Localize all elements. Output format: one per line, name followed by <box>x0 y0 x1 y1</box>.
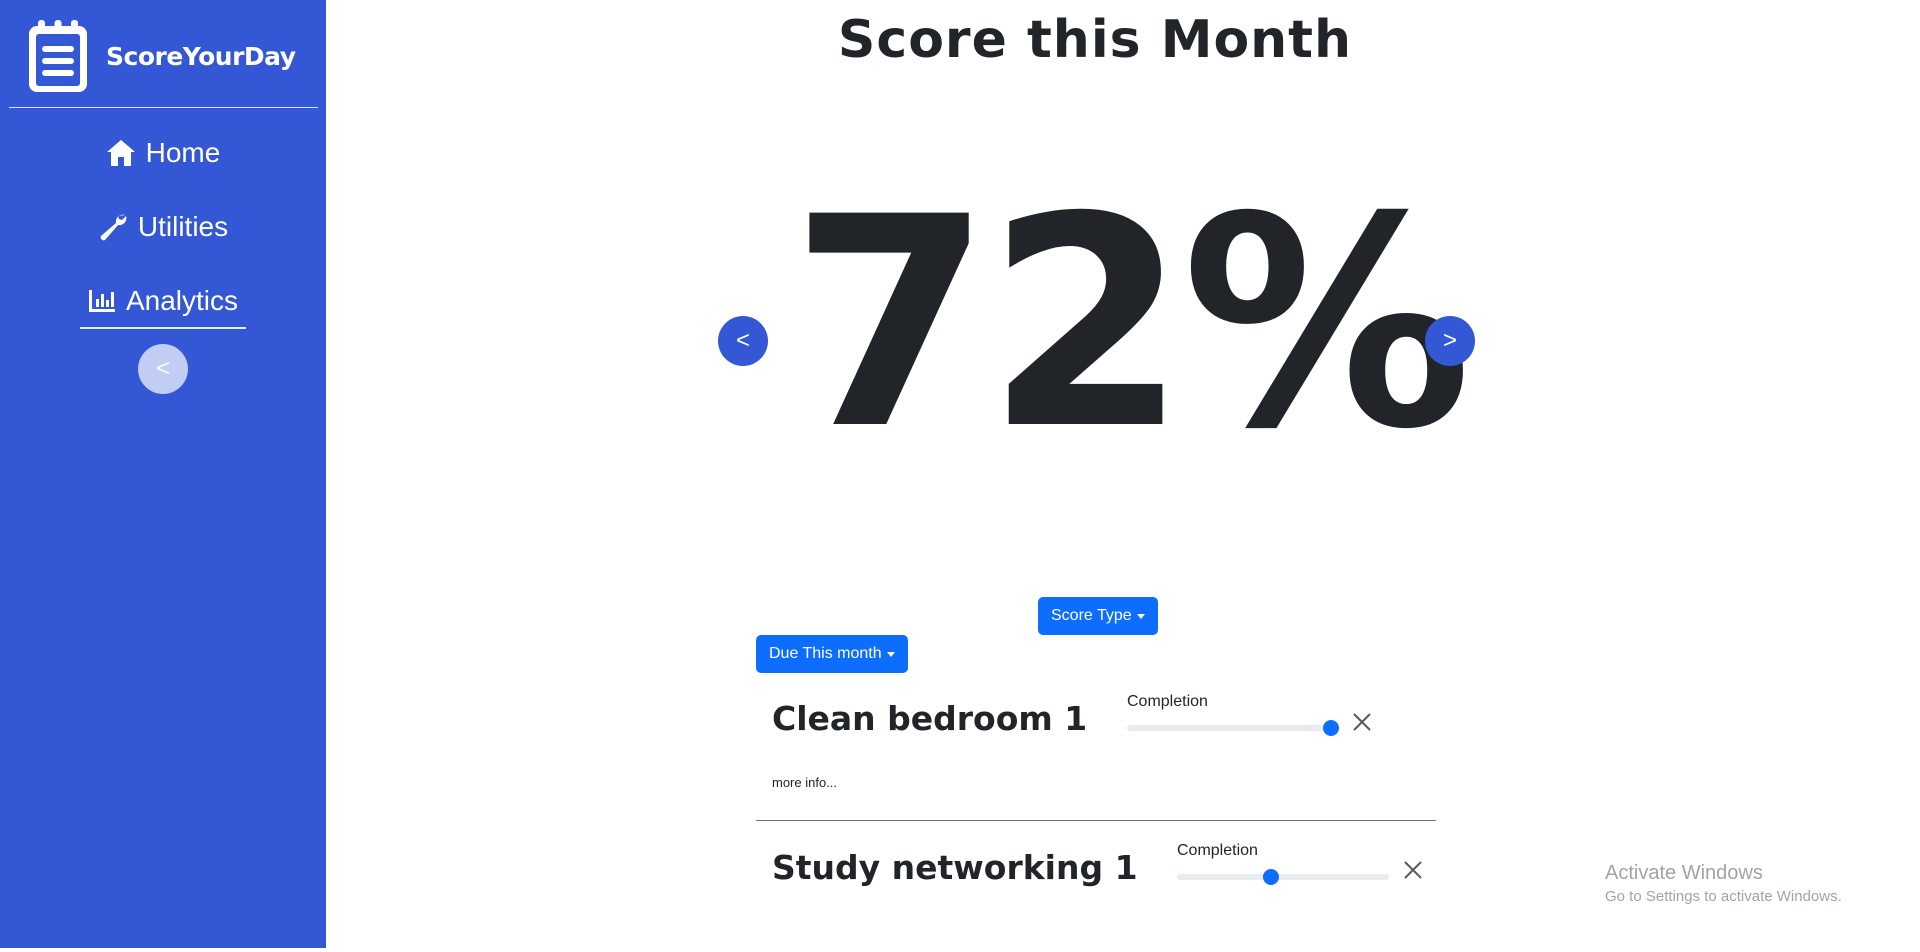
sidebar-item-analytics[interactable]: Analytics <box>0 280 326 322</box>
caret-down-icon <box>886 651 895 657</box>
task-item: Study networking 1 Completion <box>756 832 1436 952</box>
slider-thumb[interactable] <box>1323 720 1339 736</box>
task-name: Study networking 1 <box>772 848 1138 887</box>
score-type-label: Score Type <box>1051 607 1132 624</box>
watermark-subtitle: Go to Settings to activate Windows. <box>1605 888 1842 905</box>
task-item: Clean bedroom 1 Completion more info... <box>756 683 1436 821</box>
brand[interactable]: ScoreYourDay <box>26 18 296 94</box>
completion-control: Completion <box>1177 842 1389 885</box>
wrench-icon <box>98 212 128 242</box>
delete-task-icon[interactable] <box>1350 710 1374 734</box>
due-filter-label: Due This month <box>769 645 882 662</box>
sidebar-item-label: Home <box>145 137 221 168</box>
slider-thumb[interactable] <box>1263 869 1280 885</box>
collapse-sidebar-button[interactable]: < <box>138 344 188 394</box>
score-value: 72% <box>790 156 1472 493</box>
due-filter-dropdown[interactable]: Due This month <box>756 635 908 673</box>
watermark-title: Activate Windows <box>1605 862 1763 884</box>
next-month-button[interactable]: > <box>1425 316 1475 366</box>
previous-month-button[interactable]: < <box>718 316 768 366</box>
delete-task-icon[interactable] <box>1401 858 1425 882</box>
more-info-link[interactable]: more info... <box>772 775 837 790</box>
caret-down-icon <box>1136 613 1145 619</box>
active-nav-indicator <box>80 327 246 329</box>
sidebar-item-label: Analytics <box>125 285 239 316</box>
brand-divider <box>9 107 318 108</box>
completion-slider[interactable] <box>1177 869 1389 885</box>
completion-label: Completion <box>1127 693 1208 710</box>
sidebar: ScoreYourDay Home Utilities Analytics < <box>0 0 326 948</box>
bar-chart-icon <box>88 289 116 313</box>
completion-label: Completion <box>1177 842 1258 859</box>
sidebar-item-utilities[interactable]: Utilities <box>0 206 326 248</box>
sidebar-item-home[interactable]: Home <box>0 132 326 174</box>
sidebar-item-label: Utilities <box>137 211 229 242</box>
page-title: Score this Month <box>837 10 1353 70</box>
completion-control: Completion <box>1127 693 1339 736</box>
task-name: Clean bedroom 1 <box>772 699 1088 738</box>
completion-slider[interactable] <box>1127 720 1339 736</box>
home-icon <box>106 139 136 167</box>
brand-name: ScoreYourDay <box>106 41 296 71</box>
score-type-dropdown[interactable]: Score Type <box>1038 597 1158 635</box>
notepad-icon <box>29 20 87 92</box>
windows-activation-watermark: Activate Windows Go to Settings to activ… <box>1605 862 1842 905</box>
